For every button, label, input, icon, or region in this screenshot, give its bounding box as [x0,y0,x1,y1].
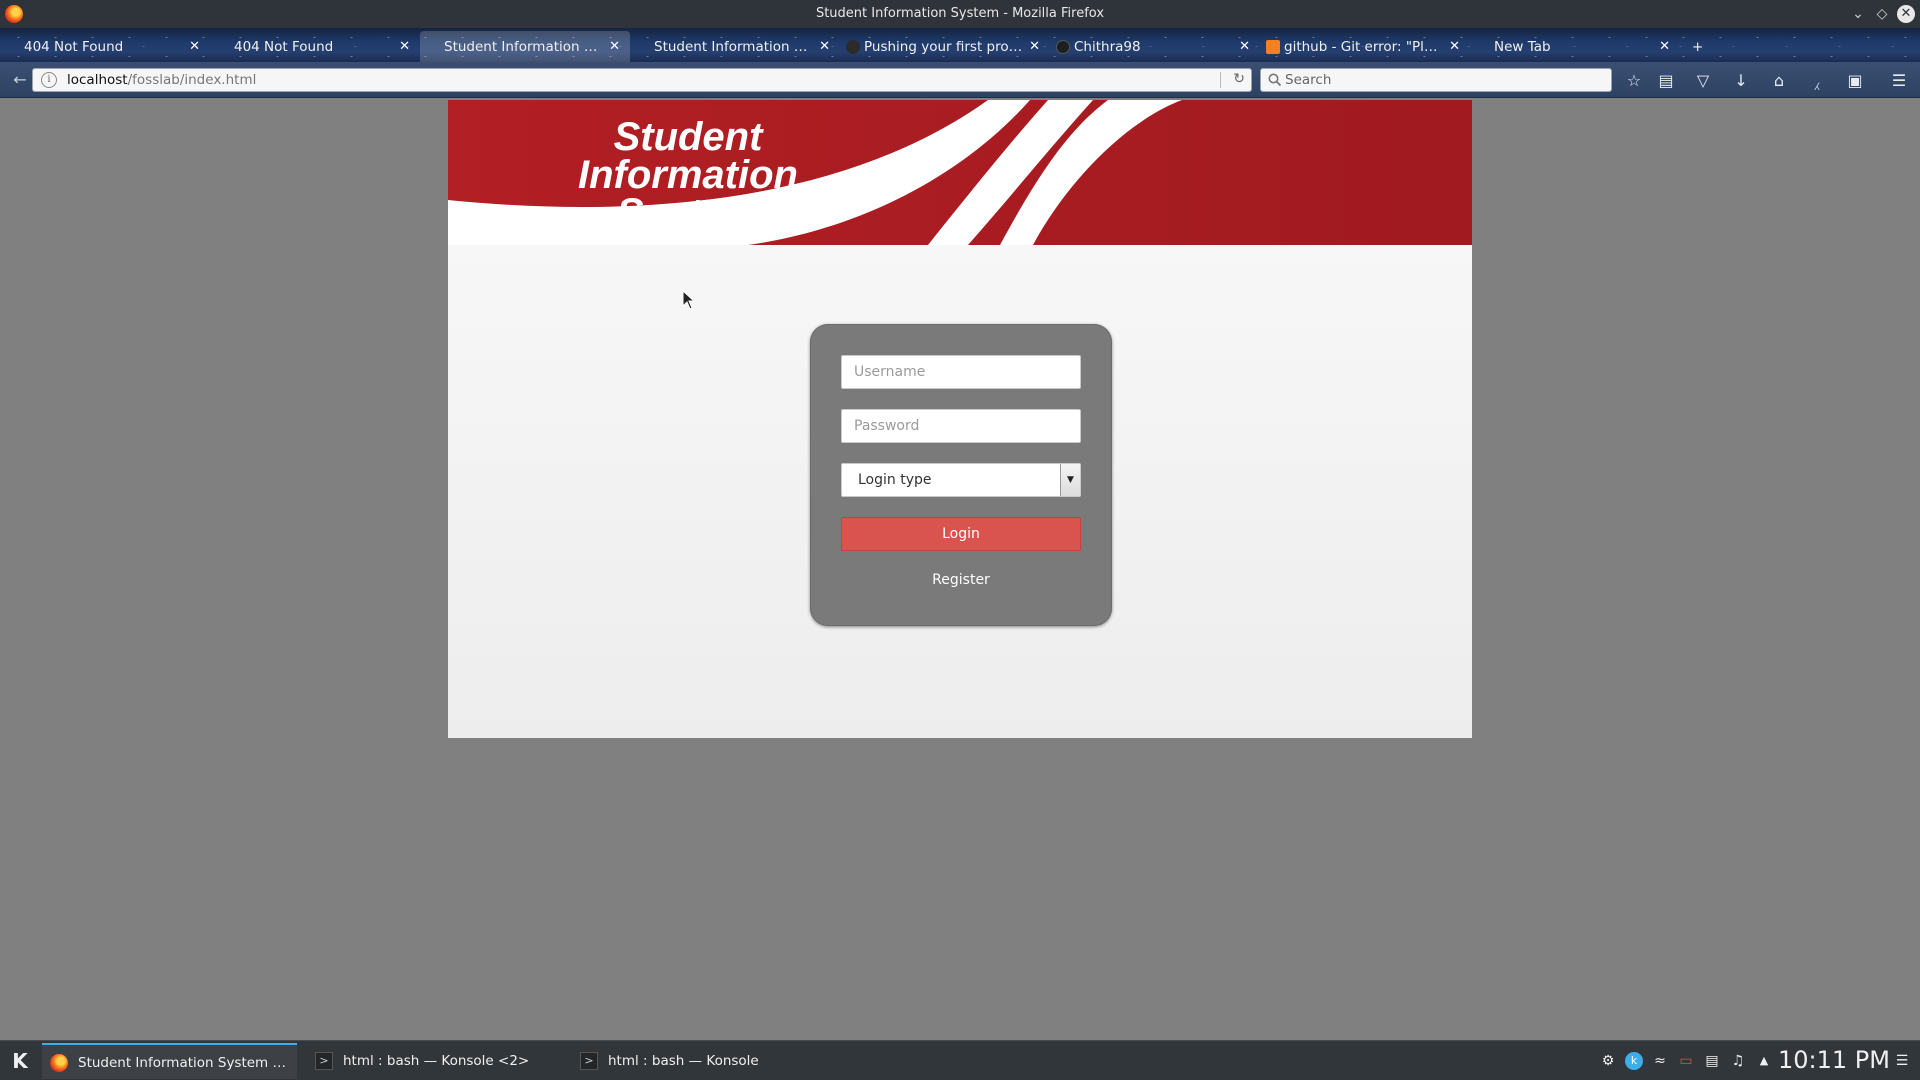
close-window-icon[interactable]: ✕ [1897,5,1915,23]
taskbar: K Student Information System - Mozil... … [0,1040,1920,1080]
page-favicon-icon [846,40,860,54]
site-info-icon[interactable]: i [41,72,57,88]
url-text: localhost/fosslab/index.html [67,72,256,88]
tab-label: github - Git error: "Pleas... [1284,39,1444,55]
register-link[interactable]: Register [810,572,1112,588]
search-icon [1268,73,1282,87]
kdeconnect-icon[interactable]: k [1625,1052,1643,1070]
minimize-icon[interactable]: ⌄ [1848,4,1868,24]
panel-menu-icon[interactable]: ☰ [1893,1052,1911,1070]
hamburger-menu-icon[interactable]: ☰ [1888,70,1910,92]
tab-close-icon[interactable]: ✕ [399,39,410,54]
tab-chithra98[interactable]: Chithra98 ✕ [1050,31,1260,62]
navigation-toolbar: ← i localhost/fosslab/index.html ↻ Searc… [0,62,1920,98]
volume-icon[interactable]: ♫ [1729,1052,1747,1070]
page-content: Student Information System Login type ▼ … [448,100,1472,738]
url-bar[interactable]: i localhost/fosslab/index.html ↻ [32,68,1252,92]
tab-label: 404 Not Found [234,39,334,55]
tab-student-information-system-active[interactable]: Student Information System ✕ [420,31,630,62]
tab-close-icon[interactable]: ✕ [1449,39,1460,54]
task-label: html : bash — Konsole [608,1053,759,1069]
tab-404-not-found-2[interactable]: 404 Not Found ✕ [210,31,420,62]
clipboard-icon[interactable]: ▤ [1703,1052,1721,1070]
tab-close-icon[interactable]: ✕ [609,39,620,54]
back-arrow-icon[interactable]: ← [8,69,32,93]
terminal-icon: > [580,1052,598,1070]
tab-close-icon[interactable]: ✕ [189,39,200,54]
maximize-icon[interactable]: ◇ [1872,4,1892,24]
url-path: /fosslab/index.html [127,72,257,88]
banner-title-line1: Student [613,115,763,159]
tab-student-information-system[interactable]: Student Information System ✕ [630,31,840,62]
mouse-cursor-icon [682,290,696,310]
plus-icon: + [1692,39,1704,55]
tab-label: Pushing your first proje... [864,39,1024,55]
home-icon[interactable]: ⌂ [1768,70,1790,92]
task-konsole-2[interactable]: > html : bash — Konsole <2> [307,1043,562,1079]
url-host: localhost [67,72,128,88]
header-banner: Student Information System [448,100,1472,245]
wifi-icon[interactable]: ≈ [1651,1052,1669,1070]
tab-new-tab[interactable]: New Tab ✕ [1470,31,1680,62]
stackoverflow-icon [1266,40,1280,54]
banner-title-line3: System [616,191,760,235]
kde-launcher-icon[interactable]: K [8,1049,32,1073]
tab-pushing-your-first-project[interactable]: Pushing your first proje... ✕ [840,31,1050,62]
login-form: Login type ▼ Login Register [810,324,1112,626]
task-konsole[interactable]: > html : bash — Konsole [572,1043,827,1079]
updates-icon[interactable]: ⚙ [1599,1052,1617,1070]
clock[interactable]: 10:11 PM [1778,1046,1890,1074]
firefox-icon [50,1054,68,1072]
password-input[interactable] [841,409,1081,443]
bookmark-star-icon[interactable]: ☆ [1623,70,1645,92]
window-title: Student Information System - Mozilla Fir… [815,6,1105,21]
tab-strip: 404 Not Found ✕ 404 Not Found ✕ Student … [0,28,1920,62]
download-icon[interactable]: ↓ [1730,70,1752,92]
tab-label: Chithra98 [1074,39,1141,55]
tab-label: New Tab [1494,39,1551,55]
bookmarks-list-icon[interactable]: ▤ [1655,70,1677,92]
tab-close-icon[interactable]: ✕ [1239,39,1250,54]
tab-label: Student Information System [444,39,604,55]
terminal-icon: > [315,1052,333,1070]
tab-close-icon[interactable]: ✕ [819,39,830,54]
tab-close-icon[interactable]: ✕ [1029,39,1040,54]
login-button[interactable]: Login [841,517,1081,551]
task-label: html : bash — Konsole <2> [343,1053,530,1069]
task-label: Student Information System - Mozil... [78,1055,290,1071]
username-input[interactable] [841,355,1081,389]
search-placeholder: Search [1285,72,1332,88]
window-titlebar: Student Information System - Mozilla Fir… [0,0,1920,28]
github-icon [1056,40,1070,54]
task-firefox[interactable]: Student Information System - Mozil... [42,1043,297,1079]
screenshot-icon[interactable]: ▣ [1844,70,1866,92]
tab-github-git-error[interactable]: github - Git error: "Pleas... ✕ [1260,31,1470,62]
tab-label: 404 Not Found [24,39,124,55]
tab-404-not-found-1[interactable]: 404 Not Found ✕ [0,31,210,62]
login-type-value: Login type [858,472,932,488]
chevron-down-icon[interactable]: ▼ [1060,464,1080,496]
tab-label: Student Information System [654,39,814,55]
new-tab-button[interactable]: + [1680,31,1720,62]
extension-icon[interactable]: ⁁ [1806,70,1828,92]
search-bar[interactable]: Search [1260,68,1612,92]
login-type-select[interactable]: Login type ▼ [841,463,1081,497]
banner-title-line2: Information [578,153,798,197]
tab-close-icon[interactable]: ✕ [1659,39,1670,54]
battery-icon[interactable]: ▭ [1677,1052,1695,1070]
pocket-icon[interactable]: ▽ [1692,70,1714,92]
tray-expand-icon[interactable]: ▲ [1755,1052,1773,1070]
banner-title: Student Information System [538,115,838,235]
url-separator [1220,72,1221,88]
reload-icon[interactable]: ↻ [1233,71,1245,87]
